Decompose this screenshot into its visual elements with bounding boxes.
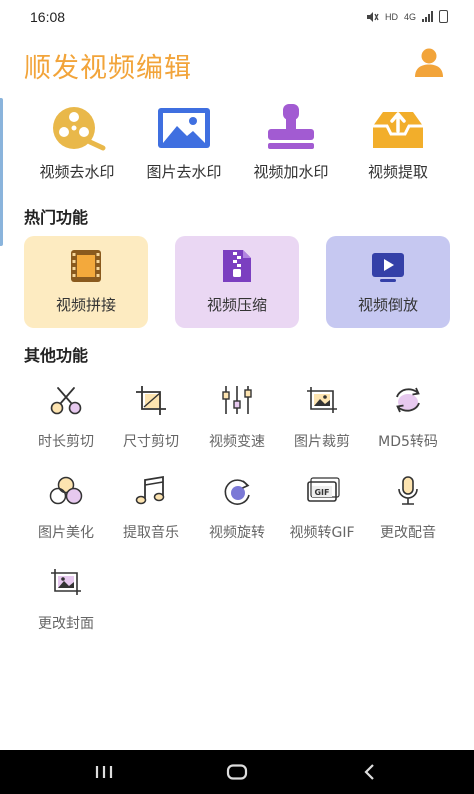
- image-crop-button[interactable]: 图片裁剪: [275, 384, 369, 464]
- upload-tray-icon: [373, 112, 423, 148]
- film-strip-icon: [71, 250, 101, 282]
- card-label: 视频压缩: [206, 296, 267, 314]
- video-reverse-card[interactable]: 视频倒放: [326, 236, 450, 328]
- feature-label: 图片去水印: [146, 163, 222, 181]
- app-title: 顺发视频编辑: [24, 53, 192, 84]
- tool-label: 更改配音: [380, 525, 436, 541]
- tool-label: MD5转码: [378, 434, 438, 450]
- refresh-icon: [396, 387, 420, 413]
- svg-text:GIF: GIF: [314, 488, 329, 497]
- change-dubbing-button[interactable]: 更改配音: [361, 475, 455, 555]
- feature-label: 视频去水印: [39, 163, 115, 181]
- image-crop-icon: [307, 387, 337, 413]
- circles-icon: [49, 476, 83, 505]
- scissors-icon: [50, 387, 82, 415]
- top-features-row: 视频去水印 图片去水印 视频加水印 视频提取: [0, 102, 474, 182]
- hd-indicator: HD: [384, 11, 398, 22]
- extract-video-button[interactable]: 视频提取: [339, 102, 457, 182]
- add-video-watermark-button[interactable]: 视频加水印: [232, 102, 350, 182]
- film-reel-icon: [53, 107, 106, 151]
- stamp-icon: [268, 104, 314, 149]
- signal-icon: [422, 11, 433, 22]
- recent-apps-icon: [95, 766, 113, 778]
- sliders-icon: [222, 386, 252, 414]
- home-icon: [226, 764, 248, 780]
- card-label: 视频倒放: [357, 296, 418, 314]
- tool-label: 更改封面: [38, 616, 94, 632]
- feature-label: 视频提取: [367, 163, 428, 181]
- image-beautify-button[interactable]: 图片美化: [19, 475, 113, 555]
- card-label: 视频拼接: [55, 296, 116, 314]
- duration-cut-button[interactable]: 时长剪切: [19, 384, 113, 464]
- extract-music-button[interactable]: 提取音乐: [104, 475, 198, 555]
- profile-button[interactable]: [412, 48, 446, 78]
- video-to-gif-button[interactable]: GIF 视频转GIF: [275, 475, 369, 555]
- crop-icon: [136, 386, 166, 415]
- mute-icon: [366, 11, 379, 22]
- landscape-image-icon: [158, 108, 210, 148]
- battery-icon: [439, 10, 448, 23]
- video-compress-card[interactable]: 视频压缩: [175, 236, 299, 328]
- feature-label: 视频加水印: [253, 163, 329, 181]
- status-bar: 16:08 HD 4G: [0, 0, 474, 36]
- change-cover-button[interactable]: 更改封面: [19, 566, 113, 646]
- back-button[interactable]: [358, 762, 382, 782]
- cover-image-icon: [51, 569, 81, 595]
- video-rotate-button[interactable]: 视频旋转: [190, 475, 284, 555]
- recent-apps-button[interactable]: [92, 762, 116, 782]
- gif-icon: GIF: [307, 477, 340, 502]
- video-concat-card[interactable]: 视频拼接: [24, 236, 148, 328]
- remove-image-watermark-button[interactable]: 图片去水印: [125, 102, 243, 182]
- back-icon: [364, 764, 374, 780]
- navigation-bar: [0, 750, 474, 794]
- md5-transcode-button[interactable]: MD5转码: [361, 384, 455, 464]
- status-time: 16:08: [30, 9, 66, 25]
- size-crop-button[interactable]: 尺寸剪切: [104, 384, 198, 464]
- microphone-icon: [398, 476, 418, 505]
- video-speed-button[interactable]: 视频变速: [190, 384, 284, 464]
- remove-video-watermark-button[interactable]: 视频去水印: [18, 102, 136, 182]
- music-note-icon: [135, 475, 165, 505]
- rotate-icon: [224, 479, 250, 505]
- play-icon: [372, 253, 404, 282]
- network-indicator: 4G: [403, 11, 416, 22]
- hot-section-title: 热门功能: [24, 208, 89, 227]
- other-section-title: 其他功能: [24, 346, 89, 365]
- zip-file-icon: [223, 250, 251, 282]
- user-icon: [415, 48, 443, 77]
- status-icons: HD 4G: [366, 10, 448, 23]
- home-button[interactable]: [225, 762, 249, 782]
